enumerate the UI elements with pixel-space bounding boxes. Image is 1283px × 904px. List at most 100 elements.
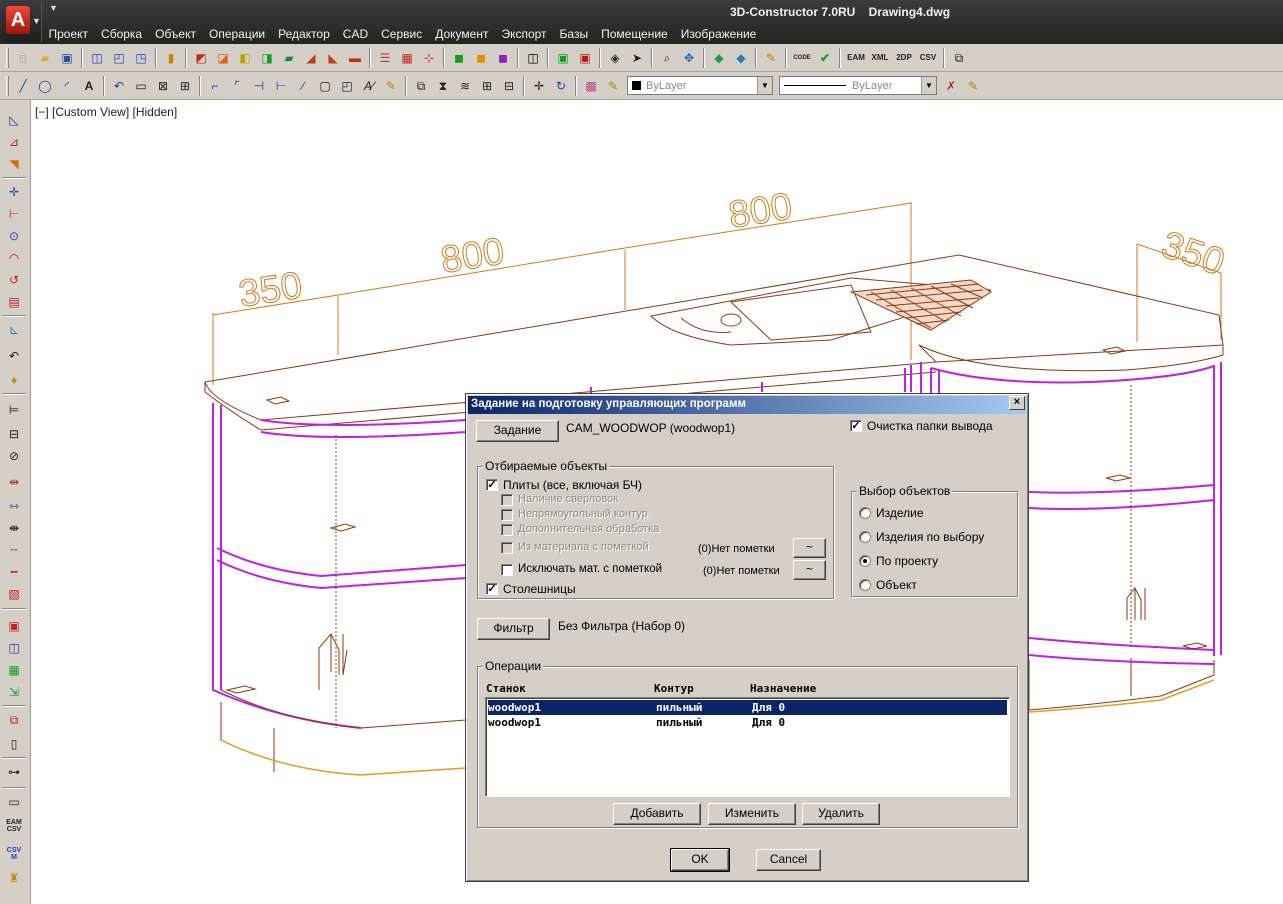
extra-processing-checkbox[interactable]: [501, 524, 513, 536]
radio-object[interactable]: [859, 579, 871, 591]
list-item[interactable]: woodwop1 пильный Для 0: [488, 715, 1007, 730]
xml-icon[interactable]: XML: [869, 48, 891, 68]
clear-icon[interactable]: ✗: [941, 76, 961, 96]
countertops-checkbox[interactable]: ✓: [486, 583, 498, 595]
material-mark-button[interactable]: ~: [793, 538, 826, 558]
mirror-icon[interactable]: ⧗: [433, 76, 453, 96]
plate-shape-icon[interactable]: ◢: [301, 48, 321, 68]
radio-selected-products[interactable]: [859, 531, 871, 543]
menu-editor[interactable]: Редактор: [272, 26, 337, 44]
eam-icon[interactable]: EAM: [845, 48, 867, 68]
radio-by-project[interactable]: [859, 555, 871, 567]
menu-document[interactable]: Документ: [429, 26, 495, 44]
application-menu-button[interactable]: A ▼: [2, 2, 42, 42]
palette-icon[interactable]: ▩: [581, 76, 601, 96]
pencil-icon[interactable]: ✎: [761, 48, 781, 68]
hatch-pattern-icon[interactable]: ▤: [4, 292, 24, 312]
dim-k-icon[interactable]: ⇿: [4, 496, 24, 516]
dash-red2-icon[interactable]: ╍: [4, 562, 24, 582]
array2-icon[interactable]: ⊟: [499, 76, 519, 96]
plate-green2-icon[interactable]: ▰: [279, 48, 299, 68]
pan-icon[interactable]: ✥: [679, 48, 699, 68]
k-tool-icon[interactable]: ↶: [4, 346, 24, 366]
page-icon[interactable]: ▯: [4, 734, 24, 754]
material-mark-checkbox[interactable]: [501, 542, 513, 554]
drilling-checkbox[interactable]: [501, 494, 513, 506]
zoom-icon[interactable]: ⌕: [657, 48, 677, 68]
rectangle-icon[interactable]: ▭: [131, 76, 151, 96]
check-icon[interactable]: ✔: [815, 48, 835, 68]
menu-image[interactable]: Изображение: [674, 26, 763, 44]
shade-icon[interactable]: ◆: [731, 48, 751, 68]
edit-button[interactable]: Изменить: [708, 803, 796, 825]
grid-icon[interactable]: ▦: [397, 48, 417, 68]
window-red-icon[interactable]: ▣: [4, 616, 24, 636]
select-red-icon[interactable]: ▣: [575, 48, 595, 68]
exclude-material-button[interactable]: ~: [793, 560, 826, 580]
view-3d-icon[interactable]: ◈: [605, 48, 625, 68]
grid-green-icon[interactable]: ▦: [4, 660, 24, 680]
move-icon[interactable]: ✛: [529, 76, 549, 96]
fillet-icon[interactable]: ⌜: [227, 76, 247, 96]
quick-access-dropdown-icon[interactable]: ▼: [49, 3, 58, 13]
array-icon[interactable]: ⊞: [477, 76, 497, 96]
window-stack-icon[interactable]: ⧉: [4, 710, 24, 730]
align-icon[interactable]: ☰: [375, 48, 395, 68]
menu-assembly[interactable]: Сборка: [95, 26, 149, 44]
edit-icon[interactable]: ✎: [963, 76, 983, 96]
contour-checkbox[interactable]: [501, 509, 513, 521]
panel-icon[interactable]: ▮: [161, 48, 181, 68]
compass-icon[interactable]: ⊘: [4, 446, 24, 466]
dim-box-icon[interactable]: ⊟: [4, 424, 24, 444]
dim-line-icon[interactable]: ⊨: [4, 400, 24, 420]
new-file-icon[interactable]: ▯: [13, 48, 33, 68]
task-button[interactable]: Задание: [476, 420, 559, 442]
code-icon[interactable]: CODE: [791, 48, 813, 68]
window-copy-icon[interactable]: ◫: [4, 638, 24, 658]
offset-icon[interactable]: ∕: [293, 76, 313, 96]
menu-databases[interactable]: Базы: [553, 26, 595, 44]
radio-product[interactable]: [859, 507, 871, 519]
csv-m-icon[interactable]: CSV M: [4, 842, 24, 866]
brush-icon[interactable]: ✎: [381, 76, 401, 96]
trim-icon[interactable]: ⊣: [249, 76, 269, 96]
block-icon[interactable]: ⊞: [175, 76, 195, 96]
delete-button[interactable]: Удалить: [802, 803, 880, 825]
menu-export[interactable]: Экспорт: [495, 26, 553, 44]
ruler-icon[interactable]: ⊾: [4, 320, 24, 340]
copy-pages-icon[interactable]: ⧉: [949, 48, 969, 68]
marker-icon[interactable]: ♜: [4, 868, 24, 888]
stamp-icon[interactable]: ▧: [4, 584, 24, 604]
triangle-icon[interactable]: ◺: [4, 110, 24, 130]
plate-corner-icon[interactable]: ◣: [323, 48, 343, 68]
render-icon[interactable]: ◆: [709, 48, 729, 68]
dim-step-icon[interactable]: ⇼: [4, 518, 24, 538]
circle-icon[interactable]: ◯: [35, 76, 55, 96]
operations-list[interactable]: woodwop1 пильный Для 0 woodwop1 пильный …: [485, 697, 1010, 797]
horizontal-dim-icon[interactable]: ⊢: [4, 204, 24, 224]
extend-icon[interactable]: ⊢: [271, 76, 291, 96]
list-item[interactable]: woodwop1 пильный Для 0: [488, 700, 1007, 715]
save-icon[interactable]: ▣: [57, 48, 77, 68]
plate-red-icon[interactable]: ◩: [191, 48, 211, 68]
box-select-icon[interactable]: ▢: [315, 76, 335, 96]
corner-icon[interactable]: ⌐: [205, 76, 225, 96]
line-icon[interactable]: ╱: [13, 76, 33, 96]
tree-icon[interactable]: ⊶: [4, 762, 24, 782]
menu-room[interactable]: Помещение: [595, 26, 675, 44]
box-yellow-icon[interactable]: ◧: [235, 48, 255, 68]
menu-cad[interactable]: CAD: [336, 26, 374, 44]
exclude-material-checkbox[interactable]: [501, 564, 513, 576]
dim-arrows-icon[interactable]: ⇹: [4, 472, 24, 492]
menu-service[interactable]: Сервис: [375, 26, 429, 44]
stretch-icon[interactable]: ◰: [337, 76, 357, 96]
plate-green-icon[interactable]: ◨: [257, 48, 277, 68]
match-prop-icon[interactable]: ✎: [603, 76, 623, 96]
cube-move-icon[interactable]: ◳: [131, 48, 151, 68]
ok-button[interactable]: OK: [670, 848, 730, 872]
layers-icon[interactable]: ⧉: [411, 76, 431, 96]
orange-box-icon[interactable]: ◼: [471, 48, 491, 68]
menu-operations[interactable]: Операции: [202, 26, 271, 44]
plate-flat-icon[interactable]: ▬: [345, 48, 365, 68]
plates-checkbox[interactable]: ✓: [486, 479, 498, 491]
